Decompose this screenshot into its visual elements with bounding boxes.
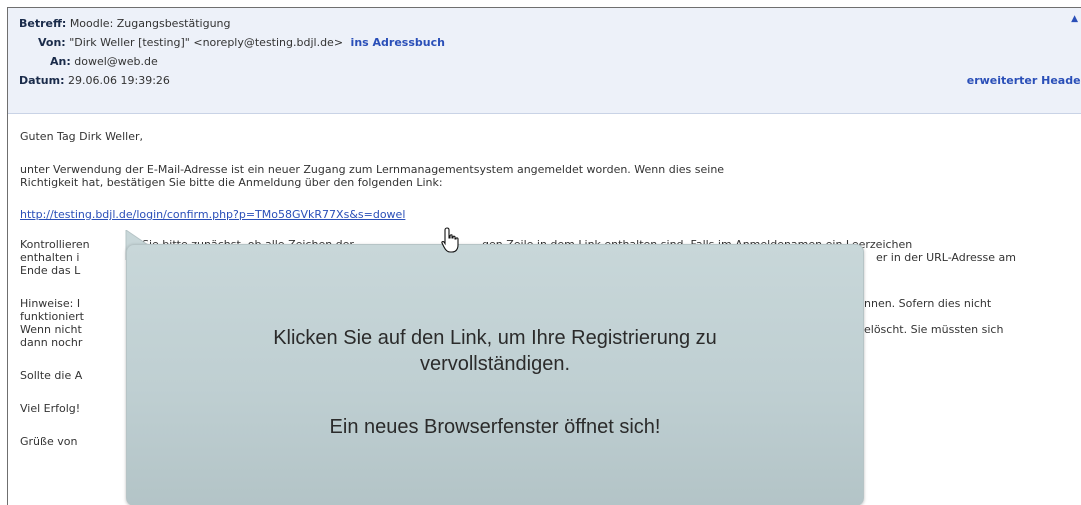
para5-left: Viel Erfolg! bbox=[20, 402, 81, 415]
greeting-text: Guten Tag Dirk Weller, bbox=[20, 130, 143, 143]
callout-line2: vervollständigen. bbox=[419, 353, 571, 375]
para3-left4: dann nochr bbox=[20, 336, 83, 349]
para2-left1: Kontrollieren bbox=[20, 238, 90, 251]
to-label: An: bbox=[50, 55, 71, 68]
confirm-link[interactable]: http://testing.bdjl.de/login/confirm.php… bbox=[20, 208, 405, 221]
para6-left: Grüße von bbox=[20, 435, 78, 448]
extended-header-link[interactable]: erweiterter Header bbox=[967, 74, 1081, 88]
para2-left2: enthalten i bbox=[20, 251, 80, 264]
from-value: "Dirk Weller [testing]" <noreply@testing… bbox=[69, 36, 344, 49]
from-label: Von: bbox=[38, 36, 66, 49]
hand-pointer-icon bbox=[441, 227, 459, 253]
para2-left3: Ende das L bbox=[20, 264, 81, 277]
subject-label: Betreff: bbox=[19, 17, 67, 30]
subject-row: Betreff: Moodle: Zugangsbestätigung bbox=[19, 17, 231, 31]
instruction-callout: Klicken Sie auf den Link, um Ihre Regist… bbox=[126, 244, 864, 505]
date-label: Datum: bbox=[19, 74, 65, 87]
date-row: Datum: 29.06.06 19:39:26 bbox=[19, 74, 170, 88]
callout-line1: Klicken Sie auf den Link, um Ihre Regist… bbox=[273, 327, 717, 349]
para3-right3: elöscht. Sie müssten sich bbox=[864, 323, 1004, 336]
from-row: Von: "Dirk Weller [testing]" <noreply@te… bbox=[38, 36, 445, 50]
email-view: Betreff: Moodle: Zugangsbestätigung Von:… bbox=[7, 7, 1081, 505]
para1-line1: unter Verwendung der E-Mail-Adresse ist … bbox=[20, 163, 725, 176]
para3-left2: funktioniert bbox=[20, 310, 84, 323]
para3-left1: Hinweise: I bbox=[20, 297, 81, 310]
para1-line2: Richtigkeit hat, bestätigen Sie bitte di… bbox=[20, 176, 443, 189]
para3-right1: nnen. Sofern dies nicht bbox=[864, 297, 992, 310]
para2-right2: er in der URL-Adresse am bbox=[876, 251, 1016, 264]
email-header: Betreff: Moodle: Zugangsbestätigung Von:… bbox=[8, 8, 1081, 114]
to-value: dowel@web.de bbox=[74, 55, 158, 68]
para4-left: Sollte die A bbox=[20, 369, 83, 382]
to-row: An: dowel@web.de bbox=[50, 55, 158, 69]
date-value: 29.06.06 19:39:26 bbox=[68, 74, 170, 87]
scroll-up-arrow-icon[interactable]: ▲ bbox=[1071, 14, 1078, 24]
callout-line3: Ein neues Browserfenster öffnet sich! bbox=[329, 416, 661, 438]
add-to-addressbook-link[interactable]: ins Adressbuch bbox=[351, 36, 445, 49]
para3-left3: Wenn nicht bbox=[20, 323, 82, 336]
subject-value: Moodle: Zugangsbestätigung bbox=[69, 17, 231, 30]
